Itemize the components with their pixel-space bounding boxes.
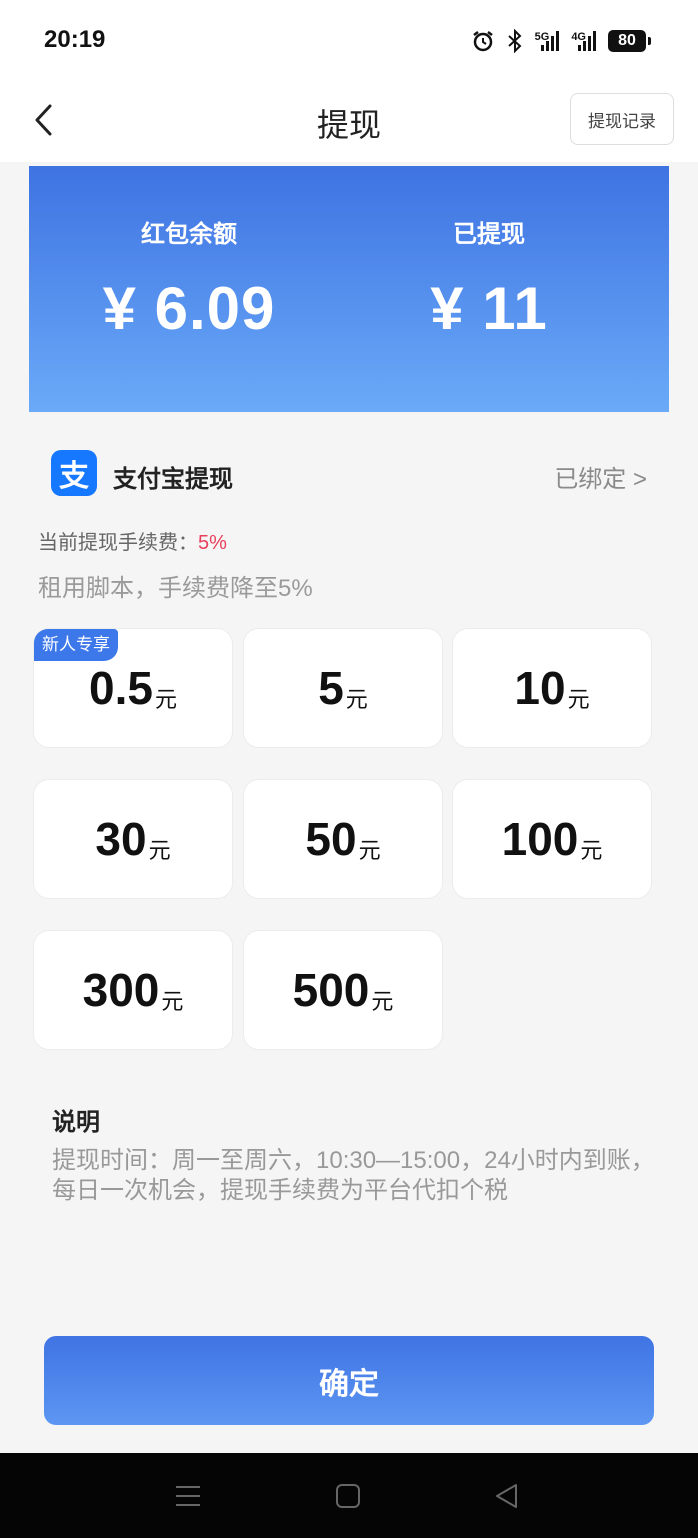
menu-button[interactable] [173, 1481, 203, 1511]
red-packet-balance-label: 红包余额 [141, 221, 237, 248]
nav-bar: 提现 提现记录 [0, 80, 698, 162]
fee-tip: 租用脚本，手续费降至5% [38, 575, 313, 602]
amount-unit: 元 [154, 687, 177, 712]
amount-option-10[interactable]: 10 元 [452, 628, 652, 748]
amount-option-100[interactable]: 100 元 [452, 779, 652, 899]
home-button[interactable] [333, 1481, 363, 1511]
system-nav-bar [0, 1453, 698, 1538]
status-icons: 5G 4G 80 [471, 26, 651, 56]
battery-icon: 80 [608, 30, 651, 52]
withdraw-record-button[interactable]: 提现记录 [570, 93, 674, 145]
triangle-back-icon [496, 1484, 517, 1508]
signal-4g-icon: 4G [571, 31, 596, 51]
amount-value: 300 [82, 964, 160, 1016]
amount-option-0-5[interactable]: 新人专享 0.5 元 [33, 628, 233, 748]
amount-unit: 元 [567, 687, 590, 712]
amount-value: 10 [514, 662, 566, 714]
status-bar: 20:19 5G 4G 80 [0, 0, 698, 80]
fee-info: 当前提现手续费：5% [38, 526, 227, 555]
fee-rate: 5% [198, 532, 227, 554]
amount-option-50[interactable]: 50 元 [243, 779, 443, 899]
alipay-withdraw-row[interactable]: 支 支付宝提现 已绑定 > [51, 450, 651, 498]
description-text: 提现时间：周一至周六，10:30—15:00，24小时内到账，每日一次机会，提现… [52, 1147, 655, 1204]
home-square-icon [336, 1484, 360, 1508]
amount-value: 30 [95, 813, 147, 865]
amount-option-5[interactable]: 5元 [243, 628, 443, 748]
amount-unit: 元 [345, 687, 368, 712]
newcomer-badge: 新人专享 [34, 629, 118, 661]
red-packet-balance-value: ¥ 6.09 [102, 275, 276, 342]
amount-value: 5 [318, 662, 344, 714]
amount-option-500[interactable]: 500 元 [243, 930, 443, 1050]
alipay-icon: 支 [51, 450, 97, 496]
bluetooth-icon [507, 29, 522, 53]
bound-status-link[interactable]: 已绑定 > [554, 459, 647, 494]
status-time: 20:19 [44, 26, 106, 53]
withdrawn-total-value: ¥ 11 [430, 275, 548, 342]
amount-unit: 元 [371, 989, 394, 1014]
network-4g-label: 4G [571, 31, 586, 43]
alipay-withdraw-title: 支付宝提现 [113, 466, 233, 493]
back-nav-button[interactable] [492, 1481, 522, 1511]
amount-value: 100 [501, 813, 579, 865]
amount-option-300[interactable]: 300 元 [33, 930, 233, 1050]
signal-5g-icon: 5G [535, 31, 560, 51]
amount-unit: 元 [580, 838, 603, 863]
amount-value: 500 [292, 964, 370, 1016]
amount-unit: 元 [148, 838, 171, 863]
confirm-button[interactable]: 确定 [44, 1336, 654, 1425]
balance-card: 红包余额 ¥ 6.09 已提现 ¥ 11 [29, 166, 669, 412]
alarm-icon [472, 31, 493, 52]
amount-value: 50 [305, 813, 357, 865]
fee-label: 当前提现手续费： [38, 532, 198, 554]
amount-value: 0.5 [89, 662, 153, 714]
description-title: 说明 [52, 1109, 100, 1136]
network-5g-label: 5G [534, 31, 550, 43]
amount-unit: 元 [358, 838, 381, 863]
amount-option-30[interactable]: 30 元 [33, 779, 233, 899]
menu-icon [176, 1486, 200, 1506]
amount-unit: 元 [161, 989, 184, 1014]
withdrawn-total-label: 已提现 [453, 221, 525, 248]
